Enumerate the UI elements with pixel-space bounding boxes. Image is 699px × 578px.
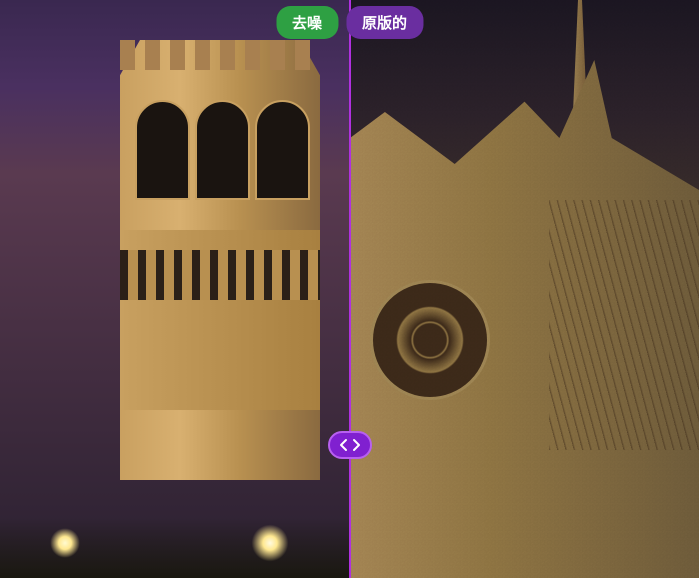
image-comparison-slider: 去噪 原版的 (0, 0, 699, 578)
arch-illustration (195, 100, 250, 200)
arch-illustration (255, 100, 310, 200)
comparison-slider-handle[interactable] (328, 431, 372, 459)
arch-illustration (135, 100, 190, 200)
comparison-labels: 去噪 原版的 (276, 6, 423, 39)
denoised-label: 去噪 (276, 6, 338, 39)
streetlight-glow (50, 528, 80, 558)
image-noise-overlay (350, 0, 699, 578)
comparison-divider-line[interactable] (349, 0, 351, 578)
tower-upper-arches (130, 100, 310, 220)
streetlight-glow (250, 523, 290, 563)
chevron-left-icon (339, 438, 349, 452)
original-label: 原版的 (346, 6, 423, 39)
denoised-image-panel (0, 0, 350, 578)
tower-gallery-arches (120, 250, 320, 300)
tower-crenellation (120, 40, 320, 70)
original-image-panel (350, 0, 699, 578)
chevron-right-icon (351, 438, 361, 452)
